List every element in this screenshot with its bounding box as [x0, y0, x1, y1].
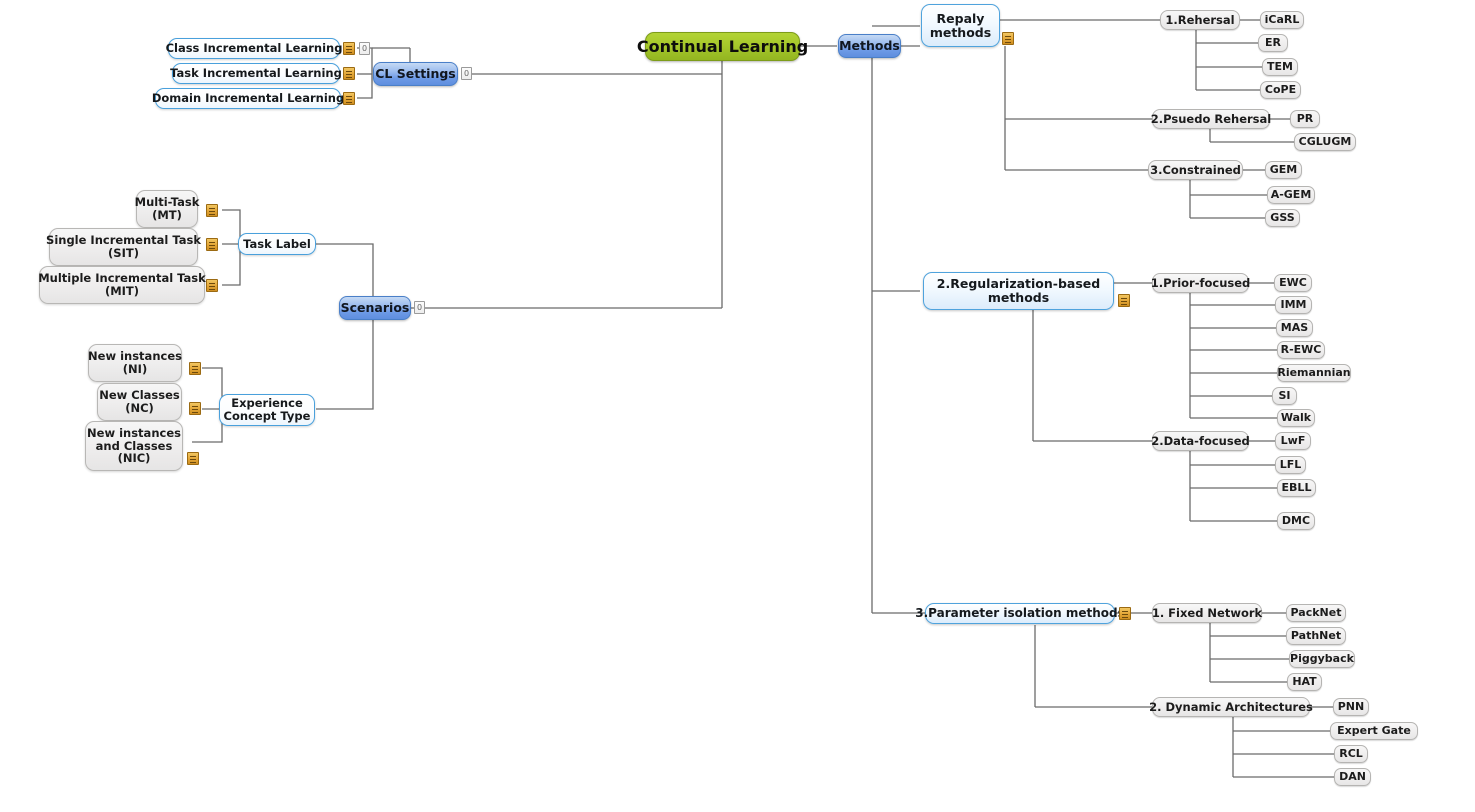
node-label-line2: (NI)	[122, 362, 148, 376]
node-cl-settings[interactable]: CL Settings	[373, 62, 458, 86]
node-single-incremental-task[interactable]: Single Incremental Task (SIT)	[46, 228, 201, 266]
node-regularization-based-methods[interactable]: 2.Regularization-based methods	[923, 272, 1114, 310]
node-label-line2: (MIT)	[104, 284, 140, 298]
node-label-line2: (MT)	[152, 208, 182, 222]
leaf-piggyback[interactable]: Piggyback	[1289, 650, 1355, 668]
leaf-pnn[interactable]: PNN	[1333, 698, 1369, 716]
leaf-packnet[interactable]: PackNet	[1286, 604, 1346, 622]
leaf-ebll[interactable]: EBLL	[1277, 479, 1316, 497]
node-label-line3: (NIC)	[117, 451, 151, 466]
note-icon-class-incremental[interactable]	[343, 42, 355, 55]
node-2-dynamic-architectures[interactable]: 2. Dynamic Architectures	[1149, 697, 1313, 717]
node-class-incremental-learning[interactable]: Class Incremental Learning	[166, 38, 342, 59]
leaf-imm[interactable]: IMM	[1275, 296, 1312, 314]
leaf-walk[interactable]: Walk	[1277, 409, 1315, 427]
node-label-line2: (NC)	[125, 401, 154, 415]
node-new-instances-and-classes-nic[interactable]: New instances and Classes (NIC)	[85, 421, 183, 471]
leaf-gss[interactable]: GSS	[1265, 209, 1300, 227]
note-icon-multiple-incremental-task[interactable]	[206, 279, 218, 292]
note-icon-task-incremental[interactable]	[343, 67, 355, 80]
root-node-continual-learning[interactable]: Continual Learning	[637, 32, 808, 61]
node-domain-incremental-learning[interactable]: Domain Incremental Learning	[152, 88, 344, 109]
leaf-riemannian[interactable]: Riemannian	[1277, 364, 1351, 382]
node-repaly-methods[interactable]: Repaly methods	[921, 4, 1000, 47]
note-icon-parameter-isolation-methods[interactable]	[1119, 607, 1131, 620]
leaf-dan[interactable]: DAN	[1334, 768, 1371, 786]
leaf-cglugm[interactable]: CGLUGM	[1294, 133, 1356, 151]
node-task-label[interactable]: Task Label	[238, 233, 316, 255]
note-icon-multi-task[interactable]	[206, 204, 218, 217]
node-label-line2: (SIT)	[108, 246, 139, 260]
attachment-icon-cl-settings[interactable]: 0	[461, 67, 472, 80]
leaf-lfl[interactable]: LFL	[1275, 456, 1306, 474]
node-task-incremental-learning[interactable]: Task Incremental Learning	[170, 63, 342, 84]
leaf-pr[interactable]: PR	[1290, 110, 1320, 128]
note-icon-domain-incremental[interactable]	[343, 92, 355, 105]
attachment-icon-class-incremental[interactable]: 0	[359, 42, 370, 55]
node-experience-concept-type[interactable]: Experience Concept Type	[219, 394, 315, 426]
node-scenarios[interactable]: Scenarios	[339, 296, 411, 320]
leaf-icarl[interactable]: iCaRL	[1260, 11, 1304, 29]
leaf-lwf[interactable]: LwF	[1275, 432, 1311, 450]
node-new-instances-ni[interactable]: New instances (NI)	[88, 344, 182, 382]
leaf-a-gem[interactable]: A-GEM	[1267, 186, 1315, 204]
node-2-data-focused[interactable]: 2.Data-focused	[1151, 431, 1250, 451]
leaf-pathnet[interactable]: PathNet	[1286, 627, 1346, 645]
node-1-prior-focused[interactable]: 1.Prior-focused	[1151, 273, 1250, 293]
attachment-icon-scenarios[interactable]: 0	[414, 301, 425, 314]
leaf-cope[interactable]: CoPE	[1260, 81, 1301, 99]
note-icon-new-instances-and-classes[interactable]	[187, 452, 199, 465]
note-icon-new-classes[interactable]	[189, 402, 201, 415]
leaf-expert-gate[interactable]: Expert Gate	[1330, 722, 1418, 740]
node-new-classes-nc[interactable]: New Classes (NC)	[97, 383, 182, 421]
leaf-dmc[interactable]: DMC	[1277, 512, 1315, 530]
note-icon-regularization-based-methods[interactable]	[1118, 294, 1130, 307]
node-2-psuedo-rehersal[interactable]: 2.Psuedo Rehersal	[1151, 109, 1271, 129]
leaf-ewc[interactable]: EWC	[1274, 274, 1312, 292]
note-icon-new-instances[interactable]	[189, 362, 201, 375]
node-methods[interactable]: Methods	[838, 34, 901, 58]
node-parameter-isolation-methods[interactable]: 3.Parameter isolation methods	[915, 603, 1125, 624]
leaf-rcl[interactable]: RCL	[1334, 745, 1368, 763]
node-label-line1: New instances	[87, 425, 181, 440]
note-icon-single-incremental-task[interactable]	[206, 238, 218, 251]
leaf-tem[interactable]: TEM	[1262, 58, 1298, 76]
leaf-r-ewc[interactable]: R-EWC	[1277, 341, 1325, 359]
node-multi-task[interactable]: Multi-Task (MT)	[135, 190, 199, 228]
leaf-gem[interactable]: GEM	[1265, 161, 1302, 179]
mindmap-canvas: Continual Learning CL Settings 0 Class I…	[0, 0, 1475, 812]
leaf-hat[interactable]: HAT	[1287, 673, 1322, 691]
node-3-constrained[interactable]: 3.Constrained	[1148, 160, 1243, 180]
note-icon-repaly-methods[interactable]	[1002, 32, 1014, 45]
leaf-si[interactable]: SI	[1272, 387, 1297, 405]
leaf-er[interactable]: ER	[1258, 34, 1288, 52]
leaf-mas[interactable]: MAS	[1276, 319, 1313, 337]
node-1-rehersal[interactable]: 1.Rehersal	[1160, 10, 1240, 30]
node-1-fixed-network[interactable]: 1. Fixed Network	[1152, 603, 1262, 623]
node-multiple-incremental-task[interactable]: Multiple Incremental Task (MIT)	[38, 266, 206, 304]
